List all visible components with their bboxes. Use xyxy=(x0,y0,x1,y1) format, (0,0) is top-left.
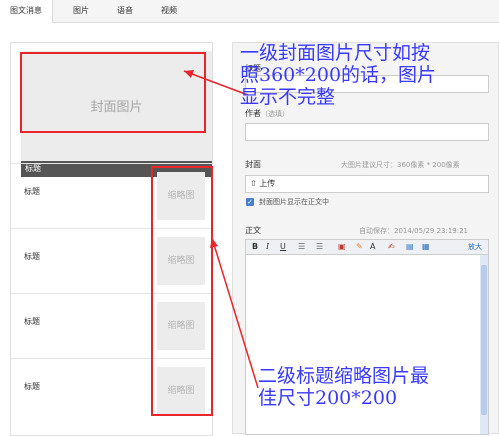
arrow-to-thumbnail xyxy=(211,237,259,389)
cover-size-note: 一级封面图片尺寸如按 照360*200的话，图片 显示不完整 xyxy=(240,42,437,108)
arrow-head-thumbnail xyxy=(210,238,218,248)
thumbnail-size-note: 二级标题缩略图片最 佳尺寸200*200 xyxy=(258,365,430,409)
arrow-to-cover xyxy=(183,70,249,96)
arrow-head-cover xyxy=(184,70,194,78)
